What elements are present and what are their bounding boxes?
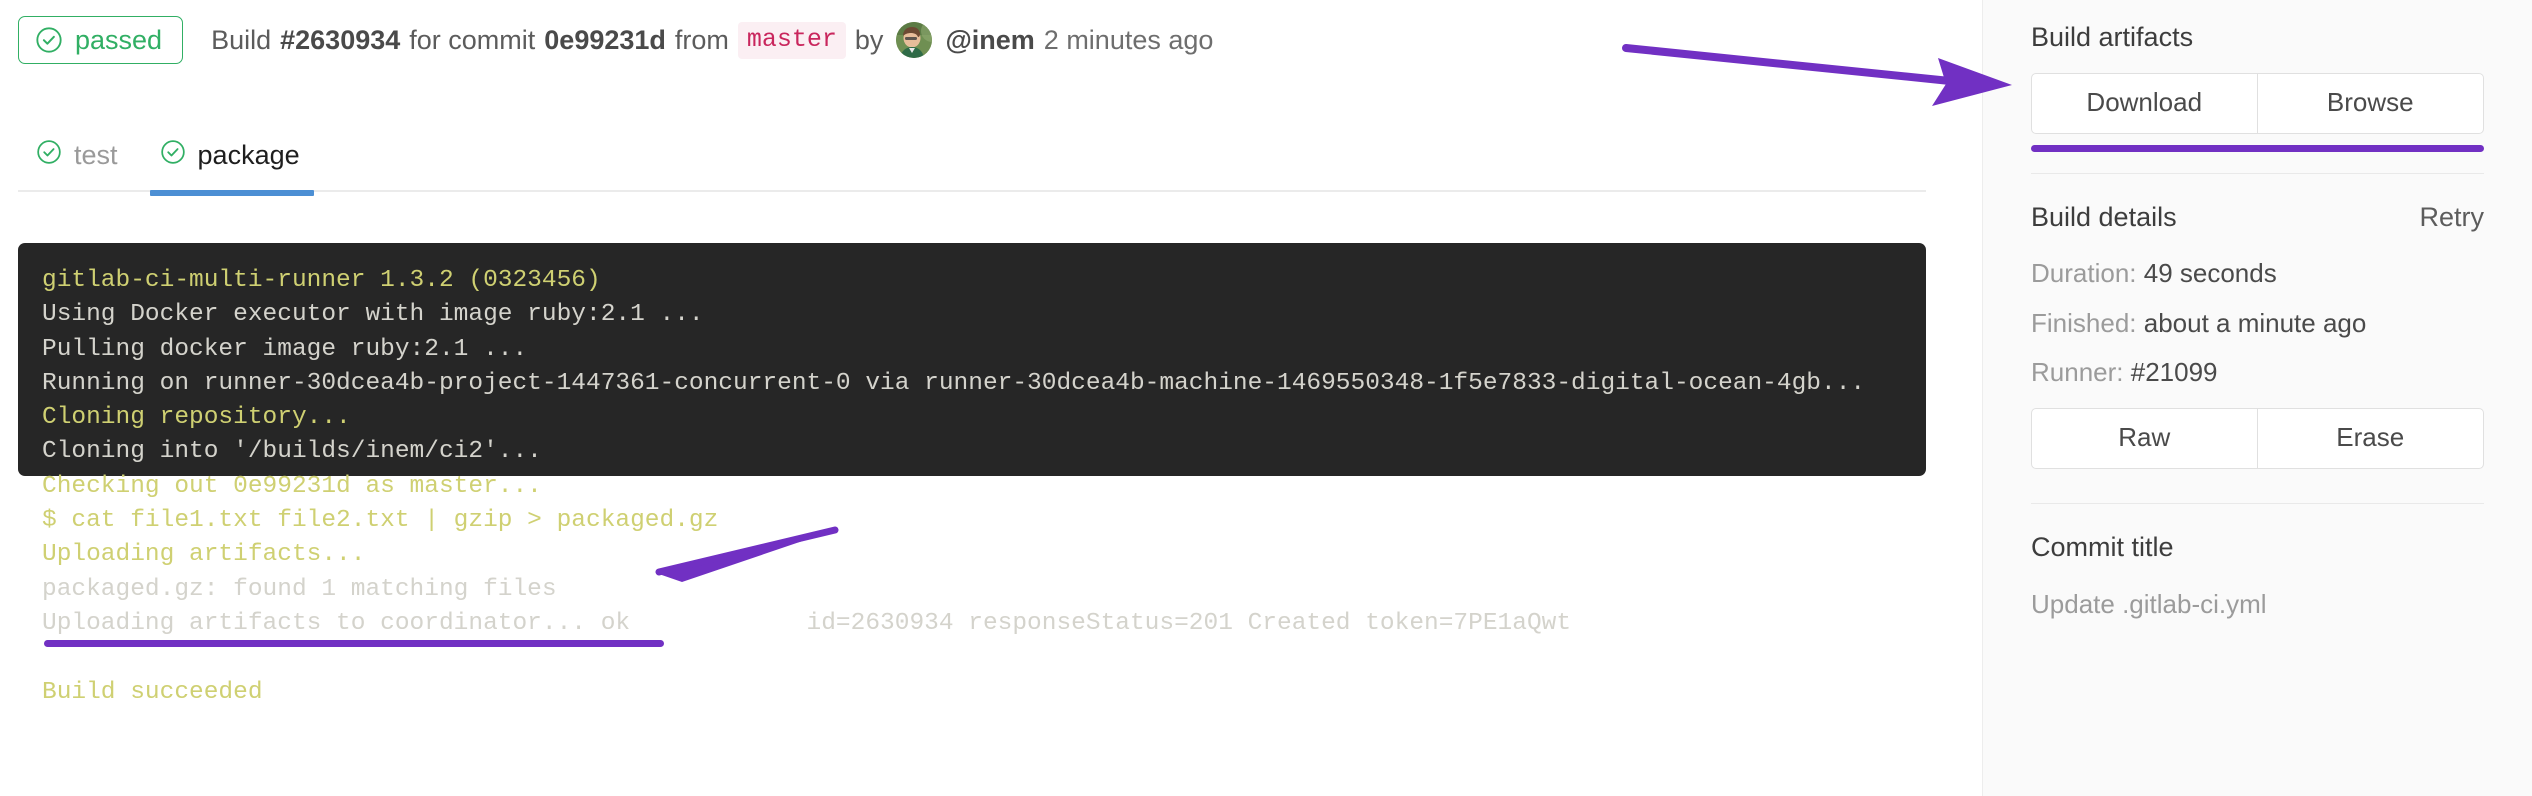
build-details-header: Build details Retry xyxy=(2031,202,2484,233)
from-word: from xyxy=(675,25,729,56)
retry-link[interactable]: Retry xyxy=(2419,202,2484,233)
build-header-text: Build #2630934 for commit 0e99231d from … xyxy=(211,22,1213,59)
user-handle[interactable]: @inem xyxy=(945,25,1034,56)
runner-label: Runner: xyxy=(2031,357,2124,387)
erase-button[interactable]: Erase xyxy=(2258,408,2485,469)
build-header: passed Build #2630934 for commit 0e99231… xyxy=(18,16,1213,64)
by-word: by xyxy=(855,25,884,56)
runner-row: Runner: #21099 xyxy=(2031,358,2484,387)
finished-value: about a minute ago xyxy=(2144,308,2367,338)
duration-row: Duration: 49 seconds xyxy=(2031,259,2484,288)
build-timestamp: 2 minutes ago xyxy=(1044,25,1214,56)
tab-label: package xyxy=(198,142,300,169)
log-line: Checking out 0e99231d as master... xyxy=(42,470,1912,504)
raw-button[interactable]: Raw xyxy=(2031,408,2258,469)
log-line: Uploading artifacts... xyxy=(42,538,1912,572)
artifacts-button-group: Download Browse xyxy=(2031,73,2484,134)
log-line: Running on runner-30dcea4b-project-14473… xyxy=(42,367,1912,401)
duration-label: Duration: xyxy=(2031,258,2137,288)
log-line: Cloning into '/builds/inem/ci2'... xyxy=(42,435,1912,469)
branch-ref-chip[interactable]: master xyxy=(738,22,846,59)
log-line: Using Docker executor with image ruby:2.… xyxy=(42,298,1912,332)
check-circle-icon xyxy=(36,139,62,172)
duration-value: 49 seconds xyxy=(2144,258,2277,288)
status-badge[interactable]: passed xyxy=(18,16,183,64)
download-button[interactable]: Download xyxy=(2031,73,2258,134)
build-word: Build xyxy=(211,25,271,56)
commit-message[interactable]: Update .gitlab-ci.yml xyxy=(2031,589,2484,620)
status-badge-label: passed xyxy=(75,27,162,54)
commit-title-heading: Commit title xyxy=(2031,532,2484,563)
log-line: gitlab-ci-multi-runner 1.3.2 (0323456) xyxy=(42,264,1912,298)
log-line: Cloning repository... xyxy=(42,401,1912,435)
tab-test[interactable]: test xyxy=(18,139,142,196)
tab-label: test xyxy=(74,142,118,169)
build-details-title: Build details xyxy=(2031,202,2177,233)
log-line: Uploading artifacts to coordinator... ok… xyxy=(42,607,1912,641)
check-circle-icon xyxy=(35,26,63,54)
finished-label: Finished: xyxy=(2031,308,2137,338)
for-commit-word: for commit xyxy=(409,25,535,56)
build-number[interactable]: #2630934 xyxy=(280,25,400,56)
annotation-underline-artifacts xyxy=(2031,145,2484,152)
build-sidebar: Build artifacts Download Browse Build de… xyxy=(1982,0,2532,796)
runner-value[interactable]: #21099 xyxy=(2131,357,2218,387)
log-line: packaged.gz: found 1 matching files xyxy=(42,573,1912,607)
commit-sha[interactable]: 0e99231d xyxy=(544,25,666,56)
avatar[interactable] xyxy=(896,22,932,58)
build-stage-tabs: test package xyxy=(18,120,324,196)
annotation-underline-log xyxy=(44,640,664,647)
artifacts-title: Build artifacts xyxy=(2031,22,2484,53)
build-page: passed Build #2630934 for commit 0e99231… xyxy=(0,0,2532,796)
main-content: passed Build #2630934 for commit 0e99231… xyxy=(0,0,1982,796)
log-line: Build succeeded xyxy=(42,676,1912,710)
browse-button[interactable]: Browse xyxy=(2258,73,2485,134)
log-line: Pulling docker image ruby:2.1 ... xyxy=(42,333,1912,367)
log-line: $ cat file1.txt file2.txt | gzip > packa… xyxy=(42,504,1912,538)
tab-package[interactable]: package xyxy=(142,139,324,196)
check-circle-icon xyxy=(160,139,186,172)
log-button-group: Raw Erase xyxy=(2031,408,2484,469)
finished-row: Finished: about a minute ago xyxy=(2031,309,2484,338)
